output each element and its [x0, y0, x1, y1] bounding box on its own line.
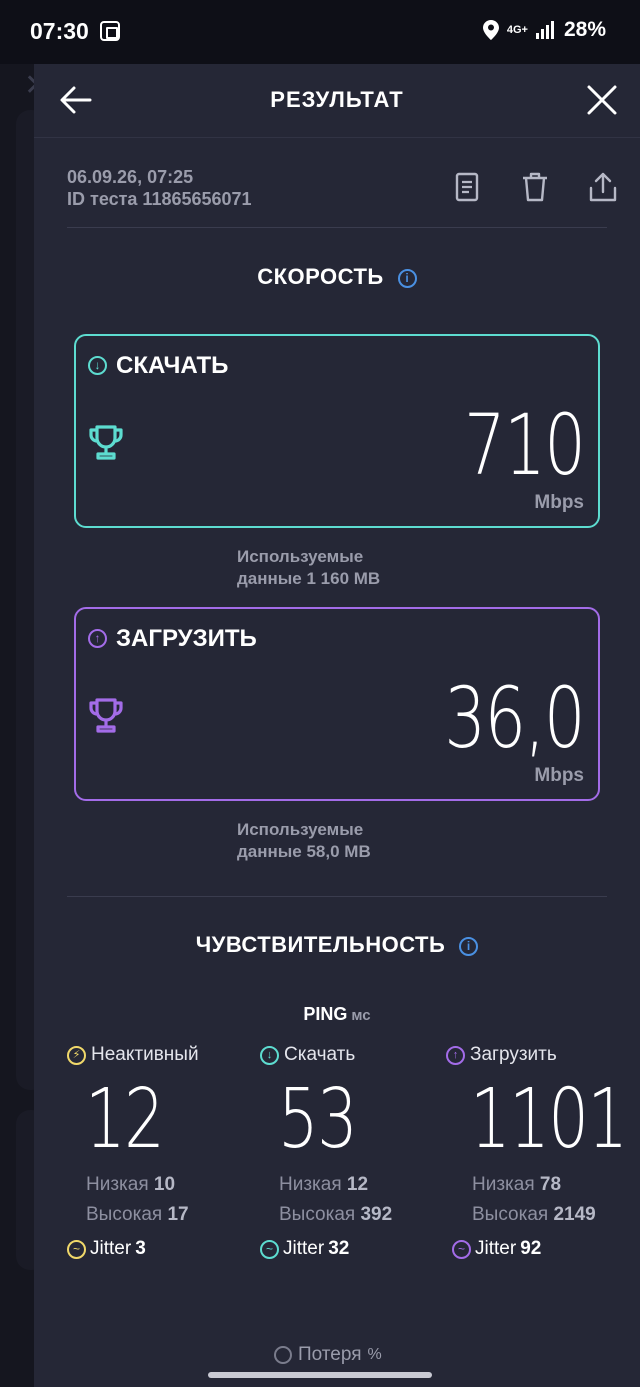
- high-value: 17: [167, 1204, 189, 1225]
- ping-low: Низкая 12: [279, 1174, 450, 1202]
- upload-label: ЗАГРУЗИТЬ: [116, 625, 257, 652]
- jitter-icon: ~: [452, 1239, 471, 1259]
- sensitivity-title: ЧУВСТВИТЕЛЬНОСТЬ: [195, 932, 446, 957]
- ping-column-label: Скачать: [284, 1044, 356, 1065]
- sensitivity-section-title: ЧУВСТВИТЕЛЬНОСТЬ i: [34, 932, 640, 958]
- high-value: 392: [360, 1204, 393, 1225]
- download-arrow-icon: ↓: [260, 1045, 279, 1065]
- download-label: СКАЧАТЬ: [116, 352, 229, 379]
- sensitivity-info-icon[interactable]: i: [459, 937, 479, 956]
- data-used-label: Используемые: [237, 820, 364, 839]
- test-id: ID теста 11865656071: [67, 189, 252, 209]
- share-button[interactable]: [588, 170, 618, 204]
- high-label: Высокая: [86, 1204, 163, 1225]
- ping-high: Высокая 2149: [472, 1204, 636, 1232]
- signal-icon: [535, 21, 554, 39]
- ping-jitter: ~ Jitter 92: [452, 1238, 636, 1260]
- speed-section-title: СКОРОСТЬ i: [34, 264, 640, 290]
- ping-high: Высокая 392: [279, 1204, 450, 1232]
- ping-low: Низкая 10: [86, 1174, 257, 1202]
- high-label: Высокая: [472, 1204, 549, 1225]
- ping-idle-column: ⚡ Неактивный 12 Низкая 10 Высокая 17 ~ Jit…: [67, 1044, 257, 1260]
- upload-data-used: Используемые данные 58,0 MB: [237, 819, 371, 863]
- jitter-value: 3: [135, 1238, 146, 1259]
- trophy-icon: [89, 425, 123, 460]
- jitter-label: Jitter: [283, 1238, 325, 1259]
- test-meta: 06.09.26, 07:25 ID теста 11865656071: [67, 166, 252, 210]
- ping-jitter: ~ Jitter 3: [67, 1238, 257, 1260]
- jitter-label: Jitter: [475, 1238, 517, 1259]
- jitter-label: Jitter: [90, 1238, 132, 1259]
- low-label: Низкая: [472, 1174, 535, 1195]
- close-icon: [587, 85, 617, 115]
- ping-column-label: Неактивный: [91, 1044, 199, 1065]
- loss-label: Потеря: [298, 1344, 362, 1365]
- share-icon: [589, 172, 617, 202]
- ping-download-column: ↓ Скачать 53 Низкая 12 Высокая 392 ~ Jitte…: [260, 1044, 450, 1260]
- idle-icon: ⚡: [67, 1045, 86, 1065]
- upload-speed-value: 36,0: [444, 669, 585, 767]
- test-date: 06.09.26, 07:25: [67, 167, 194, 187]
- status-bar: 07:30 4G+ 28%: [0, 0, 640, 64]
- upload-speed-unit: Mbps: [534, 765, 584, 786]
- network-type: 4G+: [506, 23, 528, 36]
- loss-icon: [274, 1346, 292, 1364]
- close-button[interactable]: [580, 78, 624, 122]
- delete-button[interactable]: [520, 170, 550, 204]
- jitter-icon: ~: [260, 1239, 279, 1259]
- header: РЕЗУЛЬТАТ: [34, 64, 640, 138]
- trophy-icon: [89, 698, 123, 733]
- ping-value: 53: [278, 1072, 358, 1167]
- jitter-value: 92: [520, 1238, 542, 1259]
- home-indicator[interactable]: [208, 1372, 432, 1378]
- low-value: 78: [539, 1174, 562, 1195]
- ping-value: 1101: [470, 1072, 628, 1167]
- ping-label: PING: [303, 1004, 348, 1024]
- ping-low: Низкая 78: [472, 1174, 636, 1202]
- ping-column-label: Загрузить: [470, 1044, 557, 1065]
- document-icon: [455, 172, 479, 202]
- upload-arrow-icon: ↑: [446, 1045, 465, 1065]
- download-arrow-icon: ↓: [88, 356, 107, 375]
- jitter-icon: ~: [67, 1239, 86, 1259]
- low-label: Низкая: [86, 1174, 149, 1195]
- status-icons: 4G+ 28%: [482, 18, 606, 42]
- ping-upload-column: ↑ Загрузить 1101 Низкая 78 Высокая 2149 ~…: [446, 1044, 636, 1260]
- location-icon: [482, 20, 499, 40]
- download-data-used: Используемые данные 1 160 MB: [237, 546, 380, 590]
- data-used-value: данные 1 160 MB: [237, 569, 381, 588]
- speed-info-icon[interactable]: i: [397, 269, 417, 288]
- upload-arrow-icon: ↑: [88, 629, 107, 648]
- trash-icon: [523, 172, 547, 202]
- low-value: 12: [346, 1174, 369, 1195]
- details-button[interactable]: [452, 170, 482, 204]
- ping-title: PING мс: [34, 1004, 640, 1025]
- jitter-value: 32: [328, 1238, 350, 1259]
- ping-high: Высокая 17: [86, 1204, 257, 1232]
- high-value: 2149: [553, 1204, 596, 1225]
- ping-value: 12: [85, 1072, 165, 1167]
- ping-jitter: ~ Jitter 32: [260, 1238, 450, 1260]
- download-card: ↓ СКАЧАТЬ 710 Mbps: [74, 334, 600, 528]
- download-speed-unit: Mbps: [534, 492, 584, 513]
- result-sheet: РЕЗУЛЬТАТ 06.09.26, 07:25 ID теста 11865…: [34, 0, 640, 1387]
- status-time: 07:30: [30, 18, 89, 44]
- loss-unit: %: [367, 1346, 382, 1363]
- battery-level: 28%: [563, 18, 606, 41]
- divider: [67, 227, 607, 228]
- data-used-value: данные 58,0 MB: [237, 842, 371, 861]
- divider: [67, 896, 607, 897]
- high-label: Высокая: [279, 1204, 356, 1225]
- page-title: РЕЗУЛЬТАТ: [270, 87, 404, 112]
- low-value: 10: [153, 1174, 176, 1195]
- data-used-label: Используемые: [237, 547, 364, 566]
- packet-loss: Потеря %: [274, 1344, 382, 1366]
- screenshot-icon: [100, 21, 120, 41]
- result-actions: [452, 170, 618, 204]
- ping-unit: мс: [351, 1007, 371, 1024]
- speed-title: СКОРОСТЬ: [257, 264, 384, 289]
- download-speed-value: 710: [463, 396, 586, 494]
- upload-card: ↑ ЗАГРУЗИТЬ 36,0 Mbps: [74, 607, 600, 801]
- low-label: Низкая: [279, 1174, 342, 1195]
